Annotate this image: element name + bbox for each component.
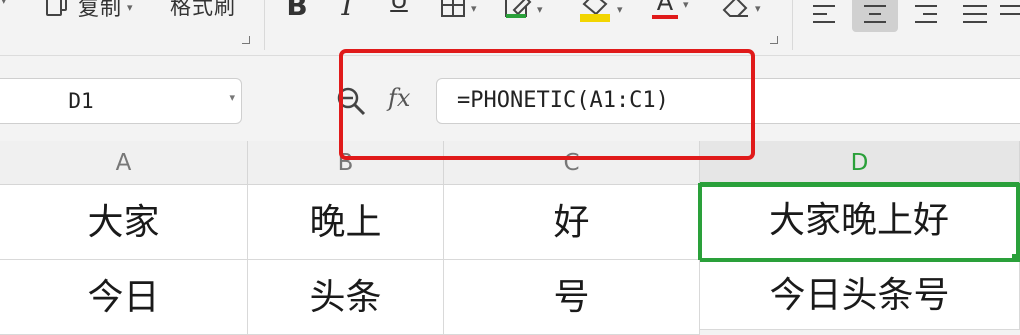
borders-button[interactable]: ▾ <box>440 0 477 22</box>
format-painter-label: 格式刷 <box>170 0 236 19</box>
copy-label: 复制 <box>78 0 122 20</box>
chevron-down-icon: ▾ <box>683 0 689 11</box>
fill-color-button[interactable]: ▾ <box>578 0 623 26</box>
align-center-icon <box>863 4 887 28</box>
align-right-icon <box>913 4 937 28</box>
ribbon-divider <box>792 0 793 50</box>
borders-icon <box>440 0 466 22</box>
search-icon <box>334 87 368 122</box>
name-box[interactable]: D1 ▾ <box>0 78 242 124</box>
cell-c2[interactable]: 号 <box>444 260 700 335</box>
justify-icon <box>963 4 987 28</box>
ribbon-divider <box>264 0 265 50</box>
chevron-down-icon: ▾ <box>1 0 7 7</box>
column-header-d[interactable]: D <box>700 141 1020 185</box>
underline-button[interactable]: U <box>385 0 413 14</box>
align-right-button[interactable] <box>902 0 948 32</box>
ribbon-toolbar: ▾ 复制 ▾ 格式刷 B I U ▾ ▾ ▾ A ▾ ▾ <box>0 0 1020 56</box>
chevron-down-icon: ▾ <box>471 1 477 15</box>
chevron-down-icon[interactable]: ▾ <box>229 91 235 104</box>
align-left-icon <box>813 4 837 28</box>
cell-d1-selected[interactable]: 大家晚上好 <box>698 183 1020 262</box>
align-left-button[interactable] <box>802 0 848 32</box>
format-painter-button[interactable]: 格式刷 <box>170 0 236 21</box>
chevron-down-icon: ▾ <box>755 1 761 15</box>
copy-icon <box>44 0 72 23</box>
bold-icon: B <box>286 0 308 22</box>
zoom-search-button[interactable] <box>334 84 368 122</box>
column-header-c[interactable]: C <box>444 141 700 185</box>
eraser-icon <box>720 0 750 22</box>
justify-button[interactable] <box>952 0 998 32</box>
italic-icon: I <box>341 0 353 22</box>
align-center-button[interactable] <box>852 0 898 32</box>
cell-b1[interactable]: 晚上 <box>248 185 444 260</box>
underline-icon: U <box>390 0 408 14</box>
chevron-down-icon: ▾ <box>537 2 543 16</box>
distribute-button[interactable] <box>1000 0 1020 32</box>
cell-d2[interactable]: 今日头条号 <box>700 262 1020 330</box>
distribute-icon <box>1000 4 1020 28</box>
cell-style-button[interactable]: ▾ <box>504 0 543 24</box>
cell-style-icon <box>504 0 532 24</box>
bold-button[interactable]: B <box>283 0 311 22</box>
formula-text: =PHONETIC(A1:C1) <box>457 88 669 113</box>
cell-a1[interactable]: 大家 <box>0 185 248 260</box>
chevron-down-icon: ▾ <box>617 2 623 16</box>
font-dialog-launcher-icon[interactable] <box>770 36 778 44</box>
name-box-value: D1 <box>68 89 94 113</box>
cell-c1[interactable]: 好 <box>444 185 700 260</box>
column-header-a[interactable]: A <box>0 141 248 185</box>
fill-handle[interactable] <box>1012 254 1020 262</box>
cell-a2[interactable]: 今日 <box>0 260 248 335</box>
clear-button[interactable]: ▾ <box>720 0 761 22</box>
italic-button[interactable]: I <box>333 0 361 22</box>
paste-dropdown[interactable]: ▾ <box>0 0 7 7</box>
font-color-icon: A <box>652 0 678 19</box>
clipboard-dialog-launcher-icon[interactable] <box>242 36 250 44</box>
formula-input[interactable]: =PHONETIC(A1:C1) <box>436 78 1020 124</box>
paint-bucket-icon <box>578 0 612 26</box>
insert-function-button[interactable]: fx <box>388 84 410 112</box>
column-header-b[interactable]: B <box>248 141 444 185</box>
copy-button[interactable]: 复制 ▾ <box>44 0 133 23</box>
font-color-button[interactable]: A ▾ <box>652 0 689 19</box>
cell-b2[interactable]: 头条 <box>248 260 444 335</box>
chevron-down-icon: ▾ <box>127 0 133 14</box>
